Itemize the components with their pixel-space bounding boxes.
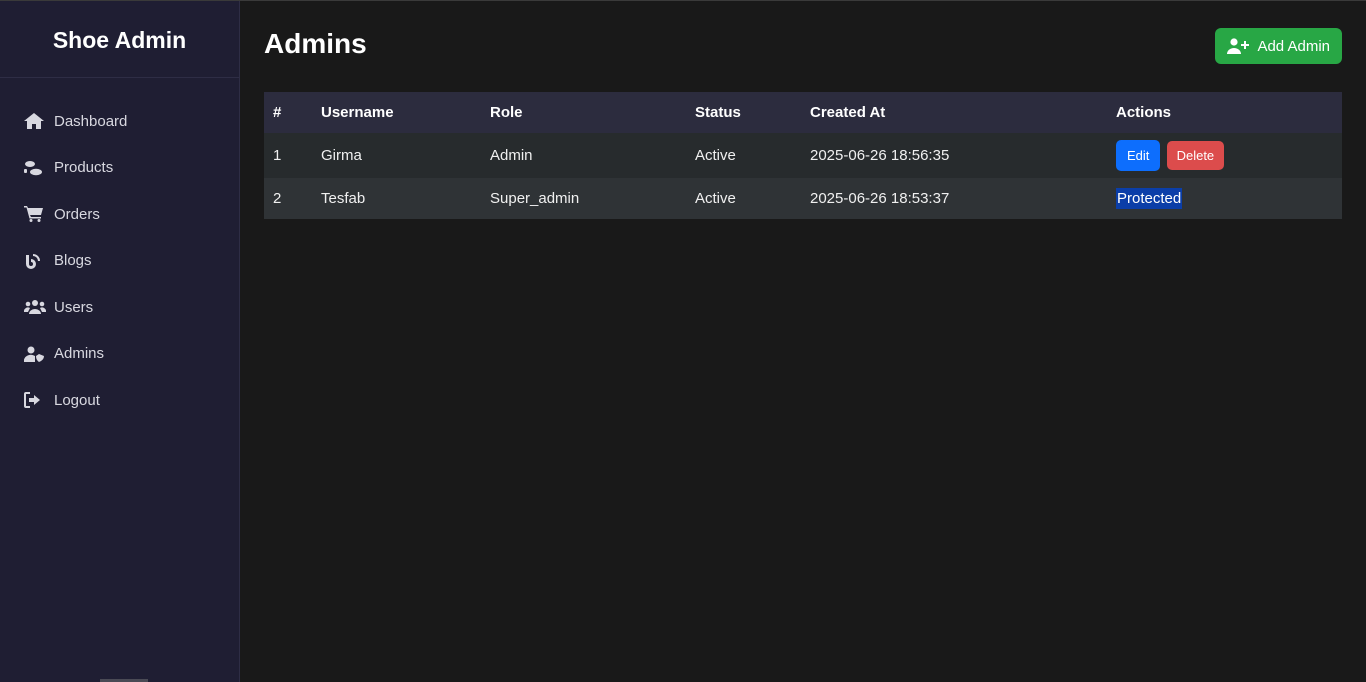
- sidebar-item-users[interactable]: Users: [0, 284, 239, 331]
- user-plus-icon: [1227, 38, 1250, 54]
- users-icon: [24, 298, 46, 316]
- cell-username: Girma: [321, 147, 362, 164]
- sidebar-item-blogs[interactable]: Blogs: [0, 238, 239, 285]
- cart-icon: [24, 205, 46, 223]
- user-shield-icon: [24, 345, 46, 363]
- cell-actions: Edit Delete: [1107, 133, 1342, 178]
- sidebar-item-label: Users: [54, 298, 94, 316]
- app-window: Shoe Admin Dashboard Products Orders Blo…: [0, 0, 1366, 682]
- add-admin-button[interactable]: Add Admin: [1215, 28, 1342, 64]
- column-header-number: #: [273, 104, 282, 121]
- table-row: 1 Girma Admin Active 2025-06-26 18:56:35…: [264, 133, 1342, 178]
- cell-number: 1: [273, 147, 282, 164]
- sidebar-item-admins[interactable]: Admins: [0, 331, 239, 378]
- sidebar-item-label: Products: [54, 159, 114, 177]
- sidebar-item-logout[interactable]: Logout: [0, 377, 239, 424]
- main-content: Admins Add Admin # Username Role Status …: [240, 1, 1366, 682]
- add-admin-label: Add Admin: [1257, 37, 1330, 55]
- shoe-prints-icon: [24, 159, 46, 177]
- sidebar: Shoe Admin Dashboard Products Orders Blo…: [0, 1, 240, 682]
- column-header-created-at: Created At: [810, 104, 886, 121]
- cell-actions: Protected: [1107, 178, 1342, 219]
- column-header-actions: Actions: [1116, 104, 1172, 121]
- cell-role: Admin: [490, 147, 533, 164]
- logout-icon: [24, 391, 46, 409]
- edit-button[interactable]: Edit: [1116, 140, 1161, 171]
- cell-role: Super_admin: [490, 190, 580, 207]
- column-header-role: Role: [490, 104, 523, 121]
- column-header-username: Username: [321, 104, 394, 121]
- cell-status: Active: [695, 190, 736, 207]
- cell-created-at: 2025-06-26 18:53:37: [810, 190, 950, 207]
- sidebar-item-label: Dashboard: [54, 112, 128, 130]
- page-title: Admins: [264, 28, 367, 59]
- table-header: # Username Role Status Created At Action…: [264, 92, 1342, 133]
- page-header: Admins Add Admin: [264, 1, 1342, 92]
- sidebar-item-dashboard[interactable]: Dashboard: [0, 98, 239, 145]
- table-row: 2 Tesfab Super_admin Active 2025-06-26 1…: [264, 178, 1342, 219]
- sidebar-item-orders[interactable]: Orders: [0, 191, 239, 238]
- sidebar-item-label: Blogs: [54, 252, 92, 270]
- admins-table: # Username Role Status Created At Action…: [264, 92, 1342, 219]
- sidebar-item-products[interactable]: Products: [0, 145, 239, 192]
- cell-status: Active: [695, 147, 736, 164]
- column-header-status: Status: [695, 104, 741, 121]
- protected-badge: Protected: [1116, 188, 1183, 209]
- home-icon: [24, 112, 46, 130]
- sidebar-item-label: Orders: [54, 205, 100, 223]
- blog-icon: [24, 252, 46, 270]
- sidebar-nav: Dashboard Products Orders Blogs Users Ad…: [0, 78, 239, 424]
- sidebar-item-label: Logout: [54, 391, 100, 409]
- brand-title: Shoe Admin: [0, 1, 239, 78]
- cell-created-at: 2025-06-26 18:56:35: [810, 147, 950, 164]
- sidebar-item-label: Admins: [54, 345, 105, 363]
- cell-number: 2: [273, 190, 282, 207]
- cell-username: Tesfab: [321, 190, 366, 207]
- delete-button[interactable]: Delete: [1166, 141, 1225, 170]
